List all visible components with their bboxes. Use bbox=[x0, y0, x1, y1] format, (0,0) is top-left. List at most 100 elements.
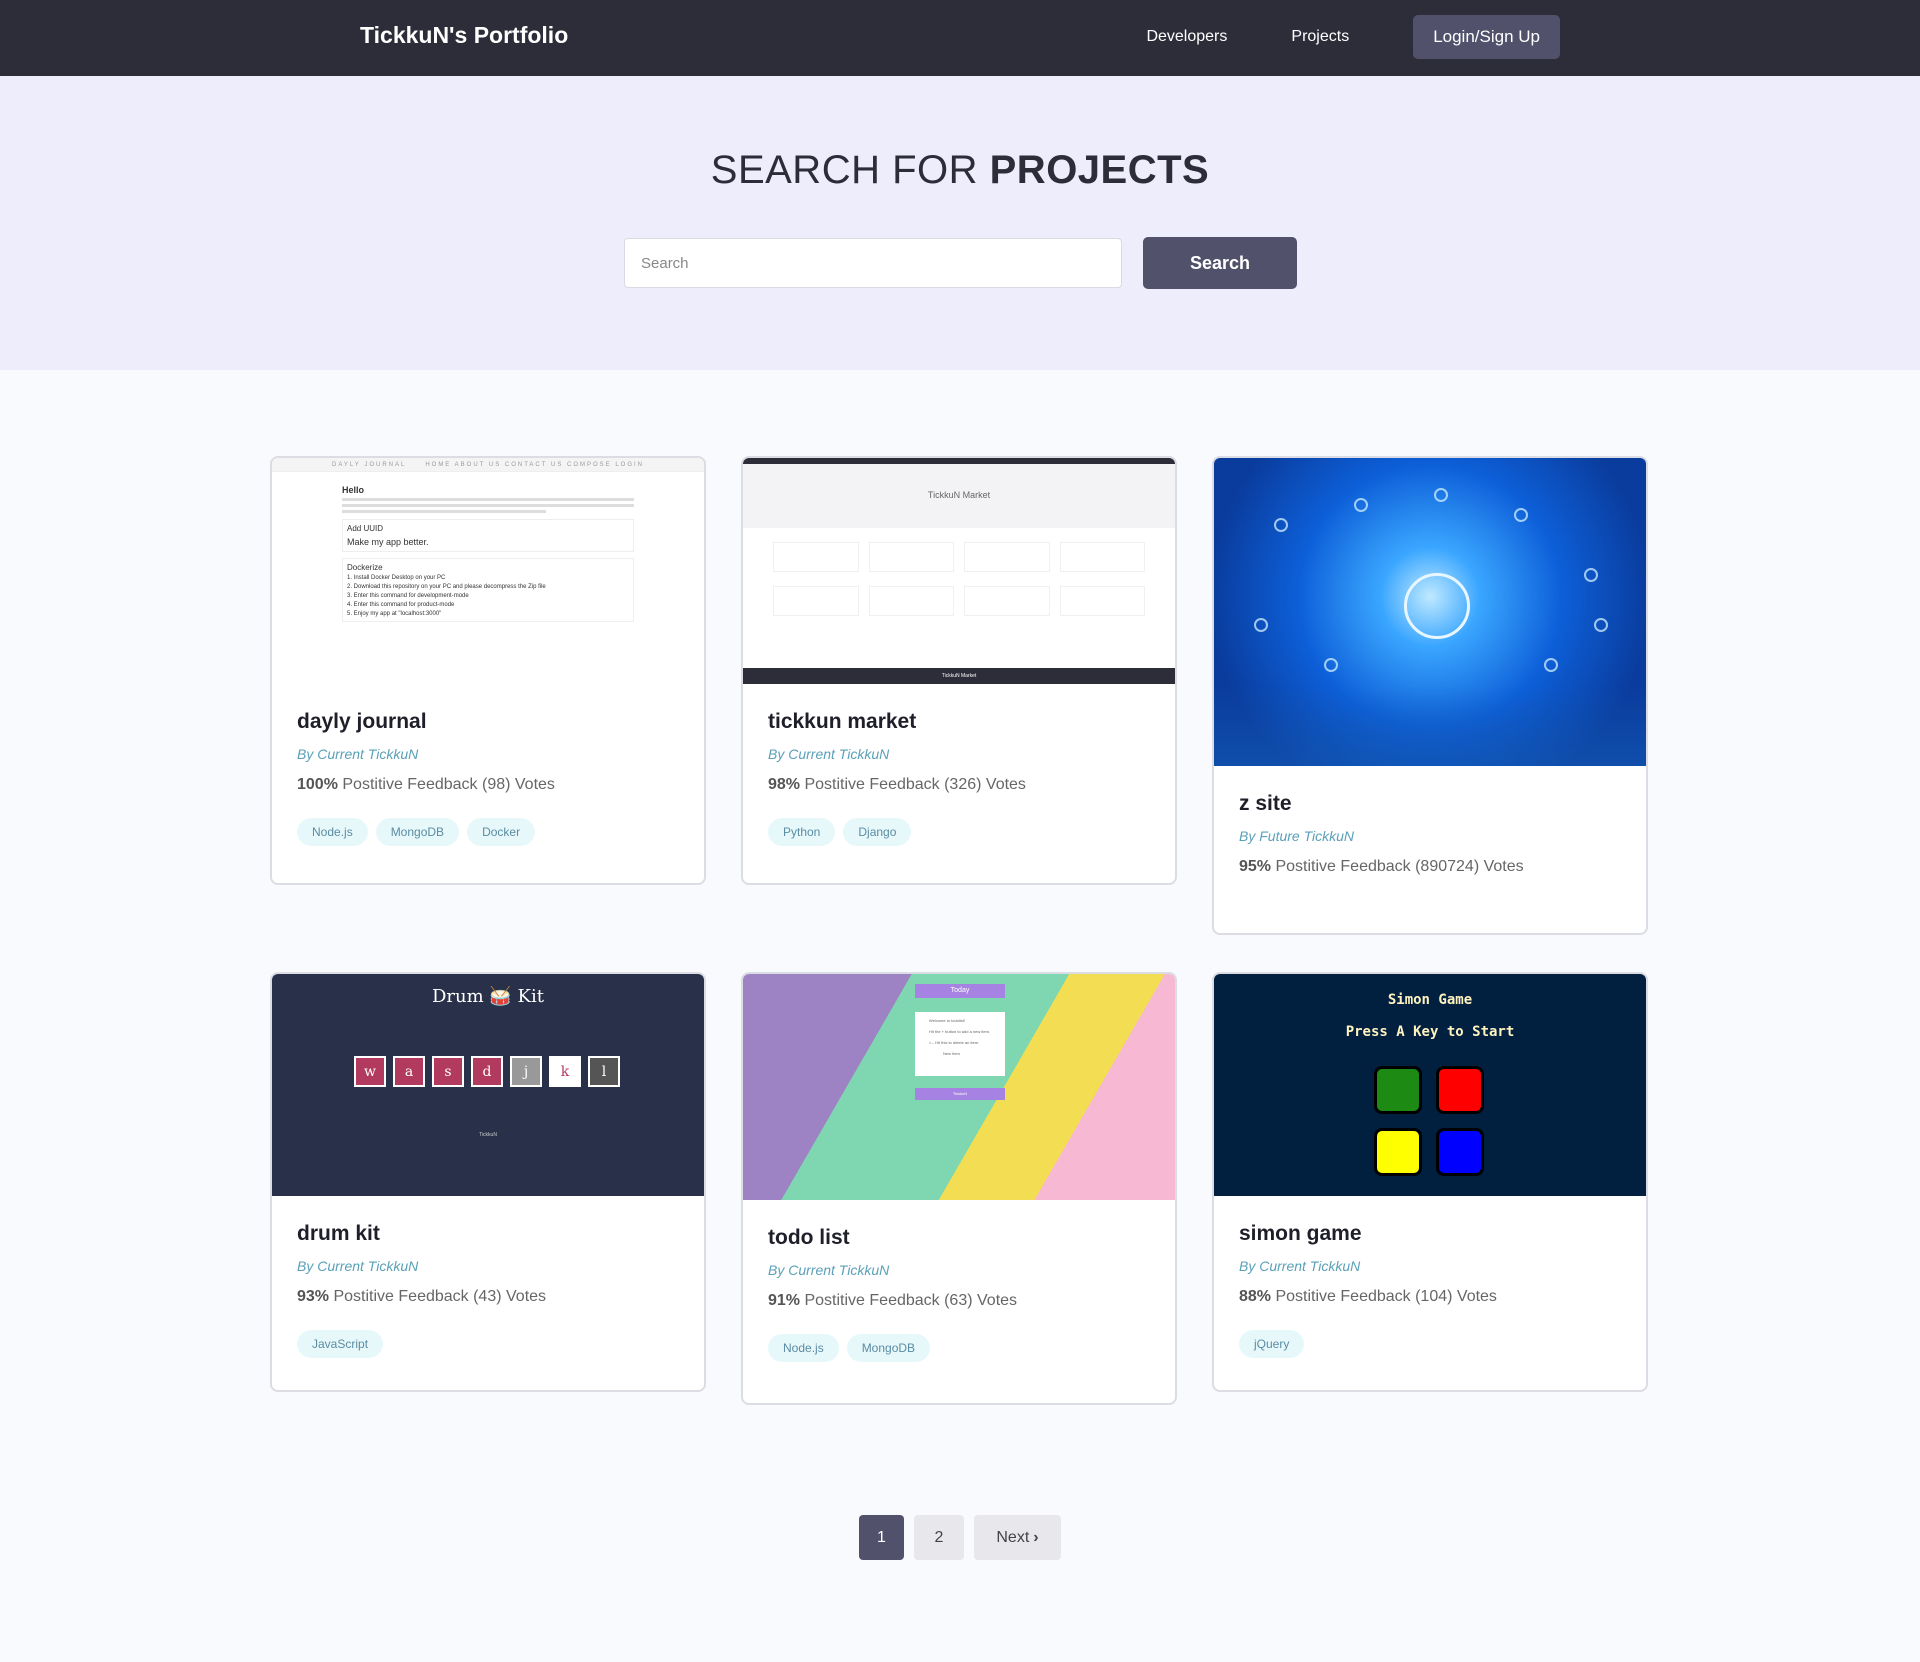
thumb-post-title: Dockerize bbox=[347, 563, 383, 572]
thumb-product bbox=[868, 586, 954, 616]
feedback-text: Postitive Feedback (104) Votes bbox=[1271, 1288, 1497, 1305]
project-card[interactable]: Drum 🥁 Kit w a s d j k l TickkuN drum ki… bbox=[270, 972, 706, 1392]
thumb-step: 3. Enter this command for development-mo… bbox=[347, 593, 469, 599]
page-2-button[interactable]: 2 bbox=[914, 1515, 964, 1560]
thumb-step: 1. Install Docker Desktop on your PC bbox=[347, 575, 446, 581]
thumb-text-line bbox=[342, 498, 634, 501]
project-author[interactable]: By Current TickkuN bbox=[768, 1262, 1150, 1278]
tag[interactable]: MongoDB bbox=[375, 818, 460, 846]
thumb-drum-keys: w a s d j k l bbox=[354, 1056, 620, 1087]
tag[interactable]: Django bbox=[843, 818, 912, 846]
network-node-icon bbox=[1324, 658, 1338, 672]
tag-list: Node.js MongoDB Docker bbox=[297, 818, 679, 846]
nav-menu: Developers Projects Login/Sign Up bbox=[1146, 15, 1560, 59]
project-card[interactable]: z site By Future TickkuN 95% Postitive F… bbox=[1212, 456, 1648, 935]
feedback-text: Postitive Feedback (98) Votes bbox=[337, 776, 555, 793]
search-button[interactable]: Search bbox=[1143, 237, 1297, 289]
brand-logo[interactable]: TickkuN's Portfolio bbox=[360, 22, 568, 49]
thumb-heading: TickkuN Market bbox=[743, 464, 1175, 528]
pagination: 1 2 Next › bbox=[859, 1515, 1061, 1560]
thumb-drum-key: d bbox=[471, 1056, 503, 1087]
nav-projects-link[interactable]: Projects bbox=[1291, 28, 1349, 46]
thumb-post: Dockerize 1. Install Docker Desktop on y… bbox=[342, 558, 634, 622]
thumb-product bbox=[1059, 586, 1145, 616]
project-title[interactable]: dayly journal bbox=[297, 710, 679, 734]
nav-developers-link[interactable]: Developers bbox=[1146, 28, 1227, 46]
project-title[interactable]: z site bbox=[1239, 792, 1621, 816]
blue-button-icon bbox=[1436, 1128, 1484, 1176]
project-thumbnail bbox=[1214, 458, 1646, 766]
thumb-drum-key: w bbox=[354, 1056, 386, 1087]
project-card[interactable]: DAYLY JOURNAL HOME ABOUT US CONTACT US CO… bbox=[270, 456, 706, 885]
thumb-post: Add UUID Make my app better. bbox=[342, 519, 634, 552]
project-title[interactable]: tickkun market bbox=[768, 710, 1150, 734]
project-feedback: 91% Postitive Feedback (63) Votes bbox=[768, 1292, 1150, 1310]
hero-title-light: SEARCH FOR bbox=[710, 148, 990, 192]
next-page-button[interactable]: Next › bbox=[974, 1515, 1061, 1560]
thumb-product bbox=[1059, 542, 1145, 572]
project-author[interactable]: By Current TickkuN bbox=[1239, 1258, 1621, 1274]
thumb-nav-right: HOME ABOUT US CONTACT US COMPOSE LOGIN bbox=[425, 461, 644, 468]
thumb-text-line bbox=[342, 504, 634, 507]
thumb-drum-key: l bbox=[588, 1056, 620, 1087]
thumb-text-line bbox=[342, 510, 547, 513]
login-signup-button[interactable]: Login/Sign Up bbox=[1413, 15, 1560, 59]
project-card[interactable]: Today Welcome to todolist! Hit the + but… bbox=[741, 972, 1177, 1405]
hero-title: SEARCH FOR PROJECTS bbox=[0, 148, 1920, 193]
network-node-icon bbox=[1254, 618, 1268, 632]
tag-list: Node.js MongoDB bbox=[768, 1334, 1150, 1362]
tag[interactable]: JavaScript bbox=[297, 1330, 384, 1358]
project-title[interactable]: simon game bbox=[1239, 1222, 1621, 1246]
thumb-todo-item: Hit the + button to add a new item. bbox=[929, 1029, 991, 1034]
feedback-percent: 100% bbox=[297, 776, 338, 793]
red-button-icon bbox=[1436, 1066, 1484, 1114]
thumb-todo-new-item: New Item bbox=[943, 1051, 960, 1056]
thumb-step: 5. Enjoy my app at "localhost:3000" bbox=[347, 611, 442, 617]
page-1-button[interactable]: 1 bbox=[859, 1515, 904, 1560]
network-node-icon bbox=[1274, 518, 1288, 532]
card-body: tickkun market By Current TickkuN 98% Po… bbox=[743, 684, 1175, 866]
thumb-footer: TickkuN bbox=[915, 1088, 1005, 1100]
project-title[interactable]: todo list bbox=[768, 1226, 1150, 1250]
thumb-drum-key: s bbox=[432, 1056, 464, 1087]
project-author[interactable]: By Future TickkuN bbox=[1239, 828, 1621, 844]
thumb-product bbox=[964, 586, 1050, 616]
project-title[interactable]: drum kit bbox=[297, 1222, 679, 1246]
tag[interactable]: Python bbox=[768, 818, 836, 846]
user-profile-icon bbox=[1404, 573, 1470, 639]
project-feedback: 95% Postitive Feedback (890724) Votes bbox=[1239, 858, 1621, 876]
tag[interactable]: Docker bbox=[467, 818, 536, 846]
tag-list: Python Django bbox=[768, 818, 1150, 846]
project-author[interactable]: By Current TickkuN bbox=[768, 746, 1150, 762]
thumb-todo-panel: Welcome to todolist! Hit the + button to… bbox=[915, 1012, 1005, 1076]
next-label: Next bbox=[996, 1528, 1030, 1546]
project-feedback: 98% Postitive Feedback (326) Votes bbox=[768, 776, 1150, 794]
hero-title-bold: PROJECTS bbox=[989, 148, 1210, 192]
tag[interactable]: MongoDB bbox=[846, 1334, 931, 1362]
project-author[interactable]: By Current TickkuN bbox=[297, 1258, 679, 1274]
thumb-drum-key: j bbox=[510, 1056, 542, 1087]
yellow-button-icon bbox=[1374, 1128, 1422, 1176]
tag-list: jQuery bbox=[1239, 1330, 1621, 1358]
project-thumbnail: DAYLY JOURNAL HOME ABOUT US CONTACT US CO… bbox=[272, 458, 704, 684]
thumb-footer: TickkuN bbox=[479, 1132, 497, 1138]
project-feedback: 100% Postitive Feedback (98) Votes bbox=[297, 776, 679, 794]
tag[interactable]: jQuery bbox=[1239, 1330, 1305, 1358]
thumb-todo-item: Welcome to todolist! bbox=[929, 1018, 965, 1023]
project-card[interactable]: TickkuN Market TickkuN Market tickkun ma… bbox=[741, 456, 1177, 885]
tag[interactable]: Node.js bbox=[768, 1334, 839, 1362]
tag[interactable]: Node.js bbox=[297, 818, 368, 846]
thumb-todo-item: <-- Hit this to delete an item. bbox=[929, 1040, 980, 1045]
search-hero: SEARCH FOR PROJECTS Search Search bbox=[0, 76, 1920, 370]
network-node-icon bbox=[1354, 498, 1368, 512]
feedback-text: Postitive Feedback (890724) Votes bbox=[1271, 858, 1524, 875]
project-card[interactable]: Simon Game Press A Key to Start simon ga… bbox=[1212, 972, 1648, 1392]
search-input[interactable]: Search bbox=[624, 238, 1122, 288]
card-body: drum kit By Current TickkuN 93% Postitiv… bbox=[272, 1196, 704, 1378]
project-author[interactable]: By Current TickkuN bbox=[297, 746, 679, 762]
thumb-heading: Drum 🥁 Kit bbox=[432, 986, 544, 1007]
thumb-product bbox=[868, 542, 954, 572]
project-feedback: 93% Postitive Feedback (43) Votes bbox=[297, 1288, 679, 1306]
card-body: dayly journal By Current TickkuN 100% Po… bbox=[272, 684, 704, 866]
card-body: simon game By Current TickkuN 88% Postit… bbox=[1214, 1196, 1646, 1378]
